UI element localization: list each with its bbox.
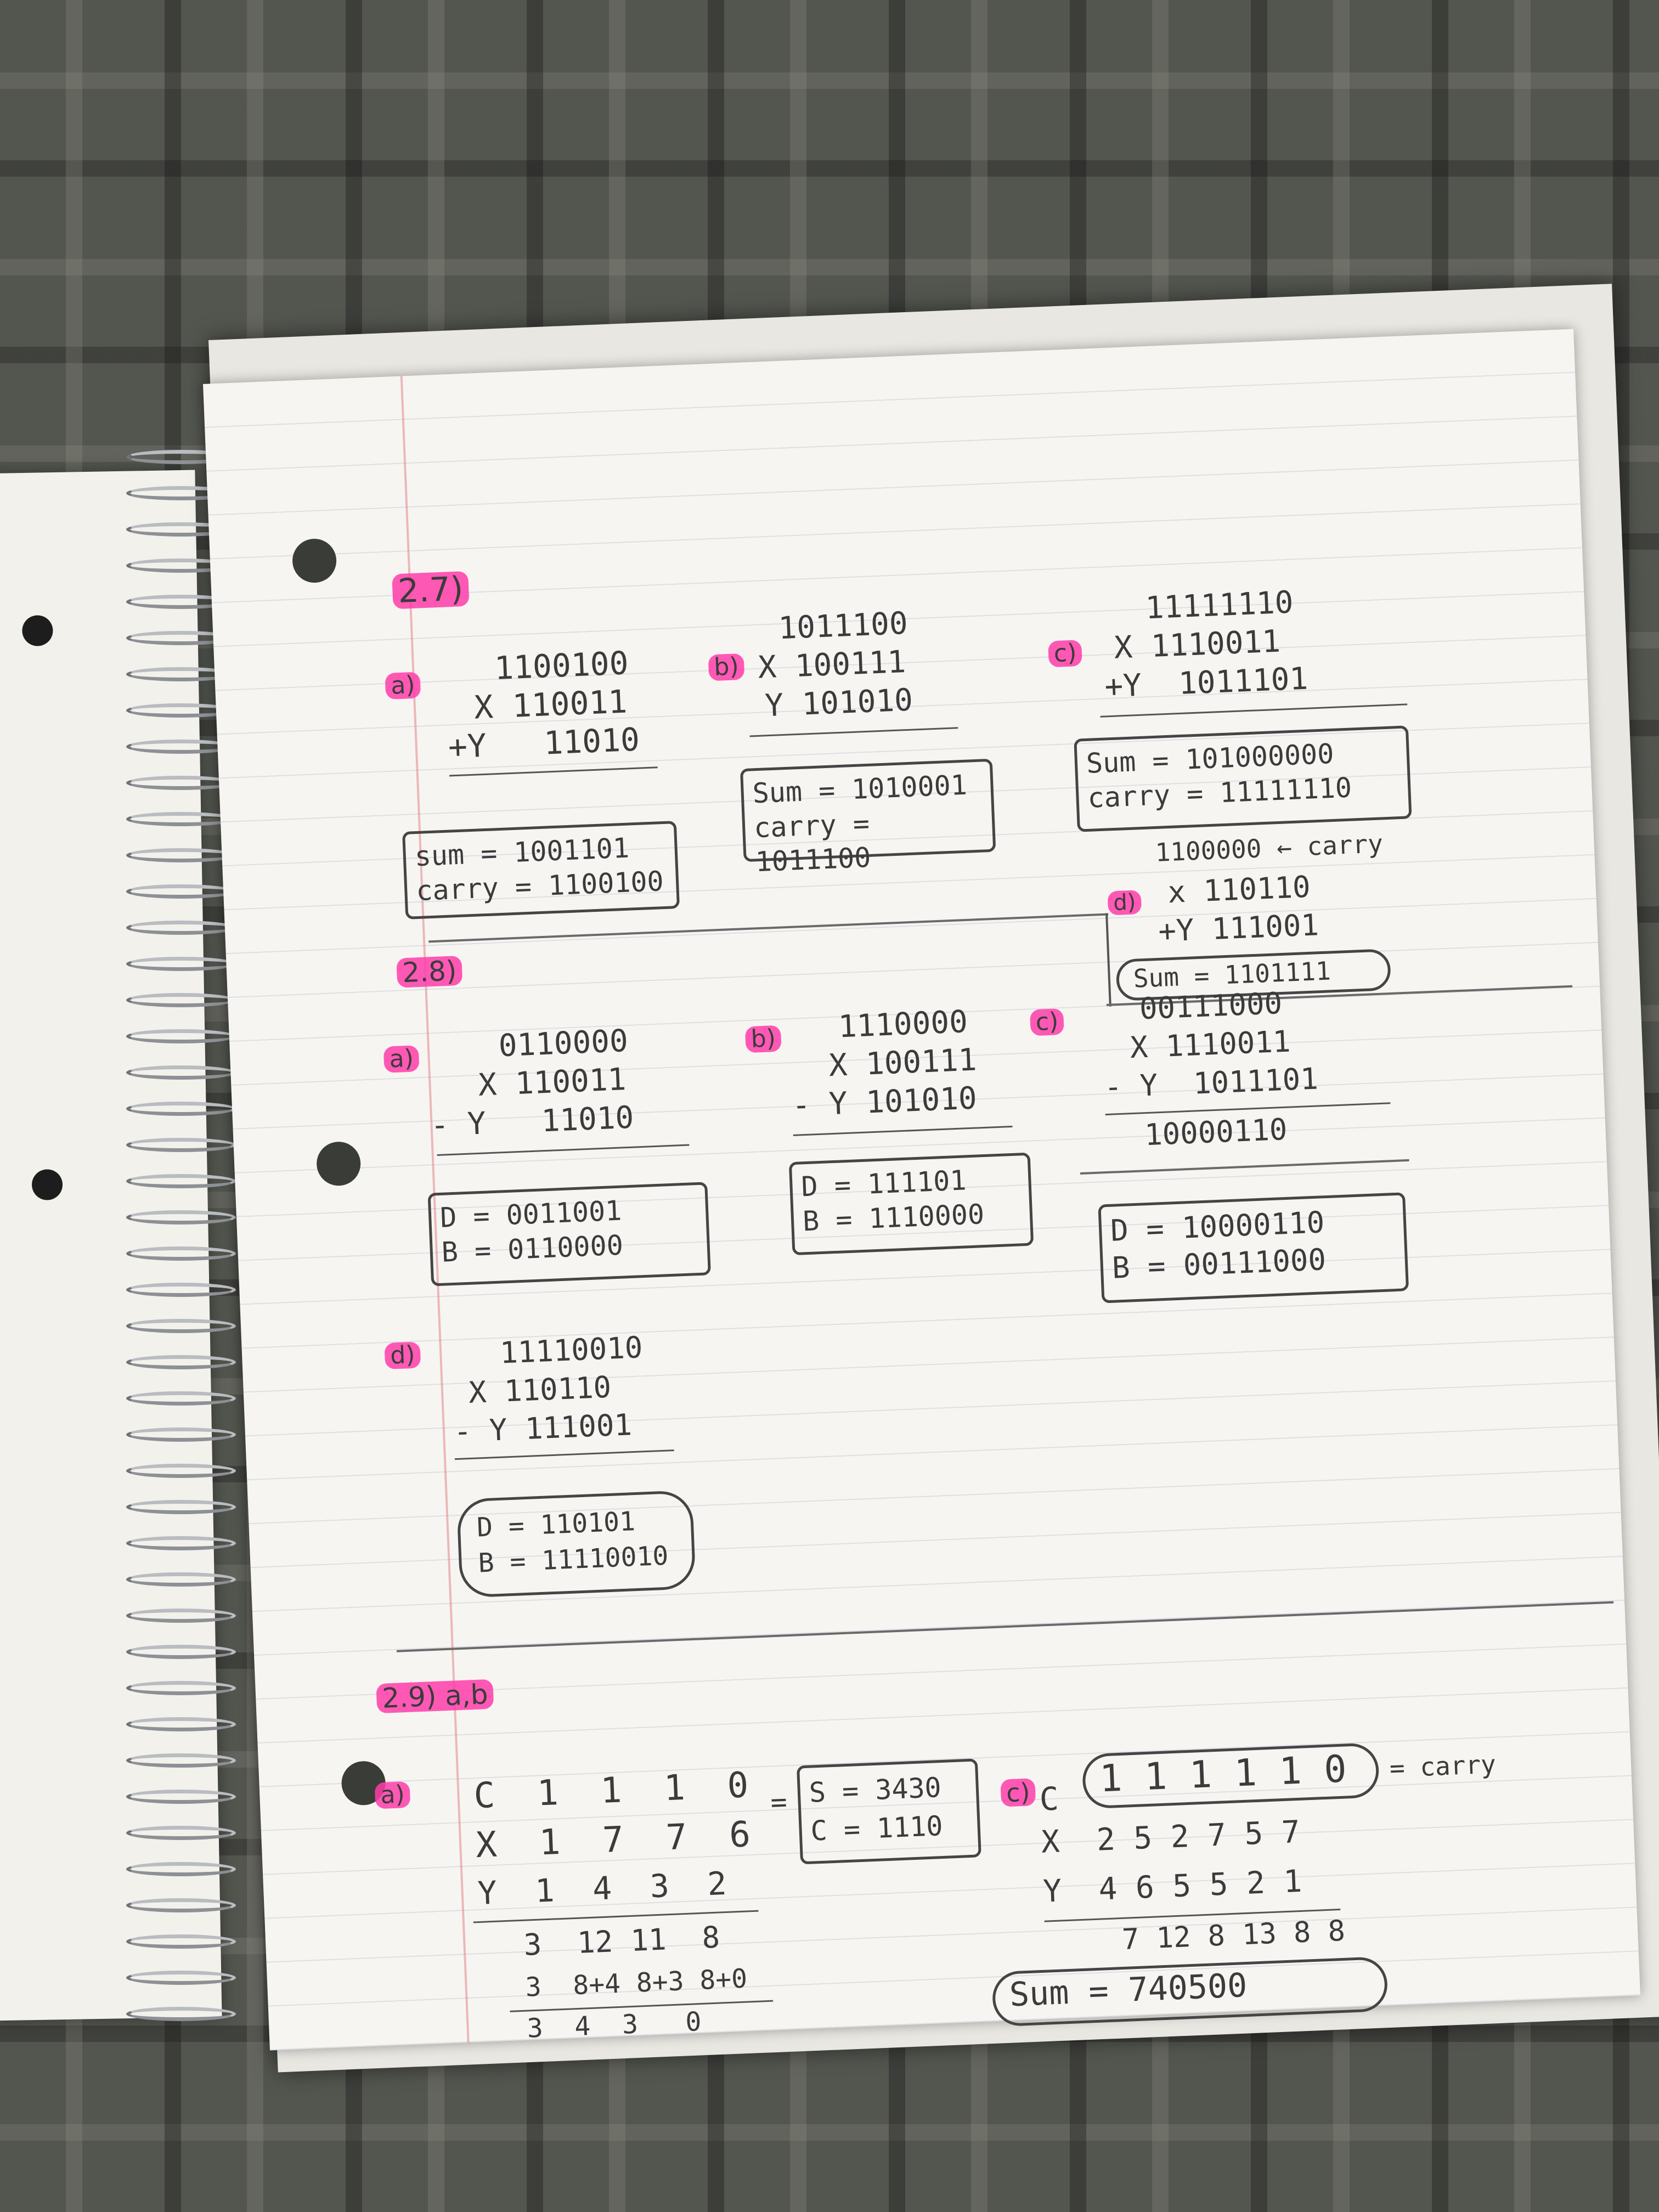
p28-c-tag: c) bbox=[1029, 1007, 1065, 1036]
p29-a-equals: = bbox=[770, 1786, 788, 1819]
p28-d-tag: d) bbox=[384, 1341, 421, 1370]
p27-b-x-row: X 100111 bbox=[757, 644, 907, 686]
p27-a-answer-box: sum = 1001101 carry = 1100100 bbox=[402, 821, 680, 919]
p27-c-x-row: X 1110011 bbox=[1113, 623, 1282, 666]
section-divider bbox=[396, 1601, 1614, 1652]
p29-c-c-label: C bbox=[1039, 1780, 1060, 1818]
p28-b-y-row: - Y 101010 bbox=[791, 1080, 978, 1124]
punch-hole bbox=[315, 1141, 362, 1187]
p27-a-tag: a) bbox=[385, 671, 421, 700]
notebook-page: 2.7) a) 1100100 X 110011 +Y 11010 sum = … bbox=[203, 329, 1640, 2051]
p29-a-work-row-1: 3 12 11 8 bbox=[523, 1920, 721, 1962]
p28-a-borrow-row: 0110000 bbox=[498, 1023, 629, 1064]
p29-a-sum: S = 3430 bbox=[808, 1771, 942, 1809]
difference-line bbox=[454, 1449, 674, 1460]
p27-a-x-row: X 110011 bbox=[473, 682, 628, 726]
p27-b-tag: b) bbox=[708, 652, 745, 681]
p29-c-x-row: X 2 5 2 7 5 7 bbox=[1040, 1814, 1301, 1860]
section-divider bbox=[1080, 1159, 1409, 1175]
punch-hole bbox=[31, 1169, 63, 1200]
p29-c-partial-row: 7 12 8 13 8 8 bbox=[1121, 1914, 1346, 1957]
p29-a-x-row: X 1 7 7 6 bbox=[475, 1814, 752, 1866]
p28-d-borrow: B = 11110010 bbox=[477, 1540, 669, 1579]
p29-a-carry-row: C 1 1 1 0 bbox=[473, 1765, 749, 1817]
difference-line bbox=[793, 1125, 1013, 1136]
p28-d-answer-oval: D = 110101 B = 11110010 bbox=[456, 1489, 696, 1598]
difference-line bbox=[437, 1144, 690, 1156]
p28-a-answer-box: D = 0011001 B = 0110000 bbox=[427, 1182, 711, 1286]
p29-a-work-row-2: 3 8+4 8+3 8+0 bbox=[524, 1963, 748, 2003]
p29-a-carry: C = 1110 bbox=[810, 1810, 944, 1847]
p28-c-answer-box: D = 10000110 B = 00111000 bbox=[1098, 1192, 1409, 1304]
p28-b-x-row: X 100111 bbox=[828, 1042, 978, 1084]
p27-b-answer-box: Sum = 1010001 carry = 1011100 bbox=[740, 758, 996, 878]
section-divider bbox=[428, 913, 1109, 943]
p27-c-answer-box: Sum = 101000000 carry = 11111110 bbox=[1074, 725, 1412, 832]
p29-c-carry-oval: 1 1 1 1 1 0 bbox=[1081, 1742, 1380, 1809]
p28-c-borrow-row: 00111000 bbox=[1138, 985, 1283, 1026]
p27-c-tag: c) bbox=[1048, 639, 1083, 668]
p28-c-x-row: X 1110011 bbox=[1129, 1024, 1291, 1065]
p28-a-x-row: X 110011 bbox=[477, 1062, 627, 1103]
p29-c-carry-note: = carry bbox=[1389, 1749, 1497, 1784]
p28-b-answer-box: D = 111101 B = 1110000 bbox=[788, 1152, 1034, 1256]
p27-a-y-row: +Y 11010 bbox=[447, 720, 641, 766]
p28-d-borrow-row: 11110010 bbox=[499, 1330, 644, 1370]
problem-2-8-label: 2.8) bbox=[396, 955, 463, 989]
p28-a-y-row: - Y 11010 bbox=[430, 1099, 635, 1144]
p28-a-tag: a) bbox=[383, 1045, 420, 1073]
p27-d-y-row: +Y 111001 bbox=[1158, 907, 1320, 949]
p29-a-answer-box: S = 3430 C = 1110 bbox=[796, 1758, 981, 1865]
punch-hole bbox=[291, 538, 337, 584]
p28-b-borrow-row: 1110000 bbox=[837, 1004, 969, 1045]
p27-b-y-row: Y 101010 bbox=[764, 682, 914, 724]
sum-line bbox=[749, 727, 958, 737]
p28-c-result-row: 10000110 bbox=[1144, 1111, 1288, 1153]
p28-d-x-row: X 110110 bbox=[467, 1369, 612, 1410]
p27-d-carry-row: 1100000 ← carry bbox=[1154, 828, 1384, 868]
p27-c-carry-row: 11111110 bbox=[1144, 584, 1294, 627]
p27-c-y-row: +Y 1011101 bbox=[1104, 661, 1309, 705]
sum-line bbox=[449, 766, 658, 777]
punch-hole bbox=[21, 615, 53, 647]
p29-a-y-row: Y 1 4 3 2 bbox=[477, 1864, 727, 1912]
p28-c-y-row: - Y 1011101 bbox=[1103, 1061, 1319, 1105]
p27-d-tag: d) bbox=[1107, 890, 1142, 916]
p28-d-y-row: - Y 111001 bbox=[453, 1407, 633, 1449]
p29-a-work-row-3: 3 4 3 0 bbox=[526, 2006, 702, 2044]
sum-line bbox=[1100, 703, 1408, 718]
p29-a-tag: a) bbox=[374, 1780, 411, 1809]
p27-b-carry: carry = 1011100 bbox=[753, 807, 872, 878]
p27-a-carry-row: 1100100 bbox=[493, 644, 629, 687]
p29-c-y-row: Y 4 6 5 5 2 1 bbox=[1042, 1863, 1303, 1910]
p27-b-carry-row: 1011100 bbox=[777, 605, 909, 647]
p27-d-x-row: x 110110 bbox=[1167, 869, 1311, 910]
p28-b-tag: b) bbox=[744, 1024, 782, 1053]
section-divider bbox=[1105, 913, 1111, 1007]
p29-c-tag: c) bbox=[1000, 1778, 1036, 1808]
problem-2-9-label: 2.9) a,b bbox=[376, 1678, 494, 1714]
problem-2-7-label: 2.7) bbox=[392, 569, 470, 611]
